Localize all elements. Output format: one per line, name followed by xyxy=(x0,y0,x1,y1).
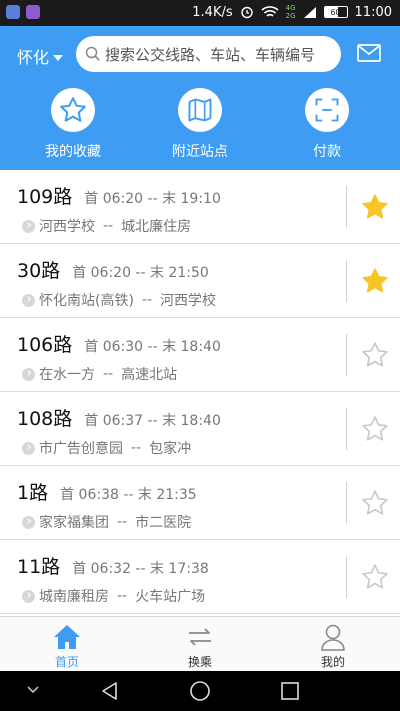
route-origin: 家家福集团 xyxy=(39,515,109,531)
route-name: 106路 xyxy=(17,334,73,356)
chevron-right-icon xyxy=(22,589,35,603)
search-placeholder: 搜索公交线路、车站、车辆编号 xyxy=(105,45,316,64)
tab-home[interactable]: 首页 xyxy=(27,621,107,670)
header: 怀化 搜索公交线路、车站、车辆编号 我的收藏 附近站点 付款 xyxy=(0,26,400,170)
route-hours: 首 06:20 -- 末 19:10 xyxy=(84,191,221,207)
route-hours: 首 06:37 -- 末 18:40 xyxy=(84,413,221,429)
chevron-right-icon xyxy=(22,293,35,307)
route-name: 109路 xyxy=(17,186,73,208)
signal-icon xyxy=(303,6,316,18)
city-label: 怀化 xyxy=(17,48,50,67)
tab-mine-label: 我的 xyxy=(320,655,345,669)
favorite-star-icon[interactable] xyxy=(360,266,390,296)
network-speed: 1.4K/s xyxy=(192,4,233,20)
alarm-icon xyxy=(240,6,253,19)
chevron-right-icon xyxy=(22,219,35,233)
tab-home-label: 首页 xyxy=(54,655,79,669)
user-icon xyxy=(321,624,345,651)
chevron-right-icon xyxy=(22,441,35,455)
route-hours: 首 06:32 -- 末 17:38 xyxy=(72,561,209,577)
favorites-label: 我的收藏 xyxy=(45,144,101,160)
divider xyxy=(346,260,347,302)
route-origin: 在水一方 xyxy=(39,367,95,383)
divider xyxy=(346,556,347,598)
route-origin: 怀化南站(高铁) xyxy=(39,293,134,309)
route-row-109[interactable]: 109路首 06:20 -- 末 19:10 河西学校 -- 城北廉住房 xyxy=(0,170,400,244)
route-destination: 高速北站 xyxy=(121,367,178,383)
route-origin: 河西学校 xyxy=(39,219,95,235)
home-circle-icon[interactable] xyxy=(189,680,211,702)
chevron-right-icon xyxy=(22,367,35,381)
chevron-right-icon xyxy=(22,515,35,529)
star-icon xyxy=(60,97,86,122)
route-separator: -- xyxy=(131,440,142,456)
favorite-star-icon[interactable] xyxy=(360,192,390,222)
route-separator: -- xyxy=(117,588,128,604)
route-destination: 包家冲 xyxy=(149,441,192,457)
transfer-icon xyxy=(189,628,211,646)
divider xyxy=(346,334,347,376)
route-name: 30路 xyxy=(17,260,61,282)
network-type-badge: 4G 2G xyxy=(285,4,296,20)
route-hours: 首 06:38 -- 末 21:35 xyxy=(60,487,197,503)
map-icon xyxy=(188,98,212,122)
tab-transfer-label: 换乘 xyxy=(187,655,212,669)
route-separator: -- xyxy=(103,218,114,234)
clock: 11:00 xyxy=(354,4,392,20)
home-icon xyxy=(54,625,80,649)
route-name: 108路 xyxy=(17,408,73,430)
city-selector[interactable]: 怀化 xyxy=(17,44,64,68)
tab-mine[interactable]: 我的 xyxy=(293,621,373,670)
route-destination: 火车站广场 xyxy=(135,589,206,605)
route-destination: 市二医院 xyxy=(135,515,192,531)
route-origin: 城南廉租房 xyxy=(39,589,109,605)
battery-icon: 60 xyxy=(323,6,348,18)
route-row-11[interactable]: 11路首 06:32 -- 末 17:38 城南廉租房 -- 火车站广场 xyxy=(0,540,400,614)
route-separator: -- xyxy=(103,366,114,382)
route-separator: -- xyxy=(141,292,153,308)
tab-transfer[interactable]: 换乘 xyxy=(160,621,240,670)
payment-button[interactable]: 付款 xyxy=(277,88,377,161)
scan-icon xyxy=(315,98,339,122)
system-navigation-bar xyxy=(0,671,400,711)
recents-icon[interactable] xyxy=(280,681,300,701)
favorite-star-icon[interactable] xyxy=(360,488,390,518)
caret-down-icon xyxy=(53,54,64,61)
route-row-108[interactable]: 108路首 06:37 -- 末 18:40 市广告创意园 -- 包家冲 xyxy=(0,392,400,466)
favorite-star-icon[interactable] xyxy=(360,414,390,444)
route-row-1[interactable]: 1路首 06:38 -- 末 21:35 家家福集团 -- 市二医院 xyxy=(0,466,400,540)
payment-label: 付款 xyxy=(313,144,341,160)
nearby-stops-button[interactable]: 附近站点 xyxy=(150,88,250,161)
bottom-tab-bar: 首页 换乘 我的 xyxy=(0,616,400,671)
route-row-106[interactable]: 106路首 06:30 -- 末 18:40 在水一方 -- 高速北站 xyxy=(0,318,400,392)
divider xyxy=(346,186,347,228)
search-input[interactable]: 搜索公交线路、车站、车辆编号 xyxy=(76,36,341,72)
search-icon xyxy=(85,46,100,61)
wifi-icon xyxy=(261,6,279,17)
mail-icon[interactable] xyxy=(357,44,381,62)
divider xyxy=(346,408,347,450)
favorites-button[interactable]: 我的收藏 xyxy=(23,88,123,161)
back-icon[interactable] xyxy=(100,681,120,701)
route-destination: 城北廉住房 xyxy=(121,219,192,235)
route-hours: 首 06:20 -- 末 21:50 xyxy=(72,265,209,281)
route-name: 11路 xyxy=(17,556,61,578)
route-name: 1路 xyxy=(17,482,49,504)
notification-app-icon xyxy=(26,5,40,19)
favorite-star-icon[interactable] xyxy=(360,340,390,370)
route-hours: 首 06:30 -- 末 18:40 xyxy=(84,339,221,355)
route-destination: 河西学校 xyxy=(160,293,217,309)
route-origin: 市广告创意园 xyxy=(39,441,123,457)
notification-app-icon xyxy=(6,5,20,19)
route-list[interactable]: 109路首 06:20 -- 末 19:10 河西学校 -- 城北廉住房 30路首 … xyxy=(0,170,400,616)
nearby-stops-label: 附近站点 xyxy=(172,144,228,160)
route-row-30[interactable]: 30路首 06:20 -- 末 21:50 怀化南站(高铁) -- 河西学校 xyxy=(0,244,400,318)
favorite-star-icon[interactable] xyxy=(360,562,390,592)
status-bar: 1.4K/s 4G 2G 60 11:00 xyxy=(0,0,400,26)
chevron-down-icon[interactable] xyxy=(26,685,40,695)
route-separator: -- xyxy=(117,514,128,530)
divider xyxy=(346,482,347,524)
